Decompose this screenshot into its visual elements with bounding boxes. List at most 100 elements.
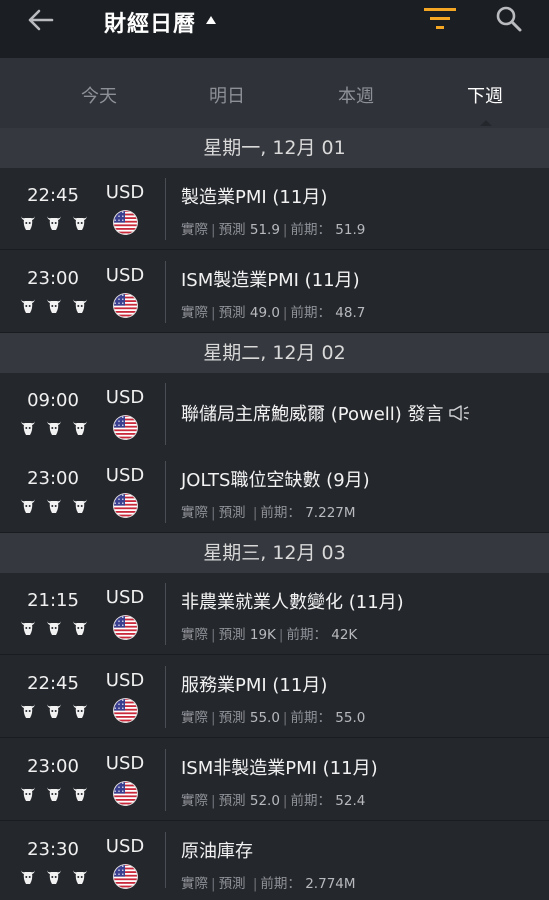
- event-name: 原油庫存: [181, 841, 253, 862]
- previous-label: 前期：: [290, 793, 331, 809]
- page-title[interactable]: 財經日曆: [104, 6, 196, 38]
- event-time: 22:45: [27, 673, 79, 694]
- actual-label: 實際: [181, 710, 208, 726]
- divider: [165, 383, 166, 445]
- event-currency: USD: [105, 670, 145, 691]
- event-detail: 實際 | 預測 51.9 | 前期： 51.9: [181, 222, 366, 238]
- us-flag-icon: [113, 698, 138, 723]
- us-flag-icon: [113, 293, 138, 318]
- bull-icon: [21, 421, 87, 435]
- us-flag-icon: [113, 415, 138, 440]
- bull-icon: [21, 499, 87, 513]
- event-time: 22:45: [27, 185, 79, 206]
- event-row[interactable]: 21:15 USD 非農業就業人數變化 (11月) 實際 | 預測 19K | 前期： …: [0, 573, 549, 655]
- bull-icon: [21, 787, 87, 801]
- bull-icon: [21, 870, 87, 884]
- event-time: 23:00: [27, 468, 79, 489]
- actual-label: 實際: [181, 627, 208, 643]
- forecast-value: 52.0: [249, 793, 280, 809]
- event-currency: USD: [105, 182, 145, 203]
- us-flag-icon: [113, 493, 138, 518]
- forecast-value: 49.0: [249, 305, 280, 321]
- previous-value: 51.9: [335, 222, 366, 238]
- event-currency: USD: [105, 753, 145, 774]
- event-name: 非農業就業人數變化 (11月): [181, 592, 404, 613]
- event-name: 服務業PMI (11月): [181, 675, 328, 696]
- forecast-label: 預測: [218, 505, 246, 521]
- event-name: ISM非製造業PMI (11月): [181, 758, 378, 779]
- event-name: 聯儲局主席鮑威爾 (Powell) 發言: [181, 400, 470, 426]
- period-tabs: 今天 明日 本週 下週: [0, 58, 549, 128]
- forecast-label: 預測: [218, 627, 246, 643]
- active-tab-indicator: [480, 120, 492, 126]
- tab-tomorrow[interactable]: 明日: [177, 82, 277, 108]
- top-bar: 財經日曆: [0, 0, 549, 58]
- event-detail: 實際 | 預測 52.0 | 前期： 52.4: [181, 793, 366, 809]
- forecast-label: 預測: [218, 876, 246, 892]
- bull-icon: [21, 216, 87, 230]
- tab-this-week[interactable]: 本週: [306, 82, 406, 108]
- bull-icon: [21, 621, 87, 635]
- previous-label: 前期：: [290, 222, 331, 238]
- event-detail: 實際 | 預測 19K | 前期： 42K: [181, 627, 358, 643]
- event-detail: 實際 | 預測 49.0 | 前期： 48.7: [181, 305, 366, 321]
- event-name: 製造業PMI (11月): [181, 187, 328, 208]
- forecast-label: 預測: [218, 222, 246, 238]
- event-row[interactable]: 23:30 USD 原油庫存 實際 | 預測 | 前期： 2.774M: [0, 822, 549, 900]
- event-time: 23:30: [27, 839, 79, 860]
- divider: [165, 832, 166, 888]
- previous-label: 前期：: [290, 305, 331, 321]
- divider: [165, 261, 166, 323]
- us-flag-icon: [113, 615, 138, 640]
- event-currency: USD: [105, 587, 145, 608]
- day-header: 星期三, 12月 03: [0, 533, 549, 573]
- divider: [165, 178, 166, 240]
- bull-icon: [21, 299, 87, 313]
- event-row[interactable]: 23:00 USD ISM非製造業PMI (11月) 實際 | 預測 52.0 | 前期…: [0, 739, 549, 821]
- tab-next-week[interactable]: 下週: [435, 82, 535, 108]
- event-time: 23:00: [27, 756, 79, 777]
- search-icon[interactable]: [494, 4, 524, 34]
- us-flag-icon: [113, 210, 138, 235]
- event-name: ISM製造業PMI (11月): [181, 270, 360, 291]
- event-currency: USD: [105, 387, 145, 408]
- caret-up-icon[interactable]: [206, 16, 216, 24]
- forecast-value: 51.9: [249, 222, 280, 238]
- divider: [165, 583, 166, 645]
- forecast-label: 預測: [218, 305, 246, 321]
- actual-label: 實際: [181, 305, 208, 321]
- previous-label: 前期：: [260, 876, 301, 892]
- arrow-left-icon[interactable]: [22, 6, 58, 34]
- event-currency: USD: [105, 265, 145, 286]
- megaphone-icon: [448, 405, 469, 421]
- previous-label: 前期：: [290, 710, 331, 726]
- previous-value: 55.0: [335, 710, 366, 726]
- event-time: 23:00: [27, 268, 79, 289]
- previous-label: 前期：: [286, 627, 327, 643]
- us-flag-icon: [113, 781, 138, 806]
- bull-icon: [21, 704, 87, 718]
- tab-today[interactable]: 今天: [49, 82, 149, 108]
- event-row[interactable]: 22:45 USD 製造業PMI (11月) 實際 | 預測 51.9 | 前期： 51…: [0, 168, 549, 250]
- event-currency: USD: [105, 836, 145, 857]
- forecast-label: 預測: [218, 793, 246, 809]
- event-row[interactable]: 09:00 USD 聯儲局主席鮑威爾 (Powell) 發言: [0, 373, 549, 455]
- event-row[interactable]: 23:00 USD JOLTS職位空缺數 (9月) 實際 | 預測 | 前期： 7.2…: [0, 451, 549, 533]
- filter-icon[interactable]: [424, 6, 456, 32]
- day-header: 星期二, 12月 02: [0, 333, 549, 373]
- previous-value: 48.7: [335, 305, 366, 321]
- event-detail: 實際 | 預測 55.0 | 前期： 55.0: [181, 710, 366, 726]
- event-name-text: 聯儲局主席鮑威爾 (Powell) 發言: [181, 404, 444, 425]
- forecast-value: 55.0: [249, 710, 280, 726]
- actual-label: 實際: [181, 793, 208, 809]
- actual-label: 實際: [181, 876, 208, 892]
- previous-value: 2.774M: [305, 876, 356, 892]
- divider: [165, 666, 166, 728]
- us-flag-icon: [113, 864, 138, 889]
- event-time: 09:00: [27, 390, 79, 411]
- event-row[interactable]: 22:45 USD 服務業PMI (11月) 實際 | 預測 55.0 | 前期： 55…: [0, 656, 549, 738]
- previous-label: 前期：: [260, 505, 301, 521]
- event-row[interactable]: 23:00 USD ISM製造業PMI (11月) 實際 | 預測 49.0 | 前期：…: [0, 251, 549, 333]
- previous-value: 52.4: [335, 793, 366, 809]
- event-detail: 實際 | 預測 | 前期： 7.227M: [181, 505, 356, 521]
